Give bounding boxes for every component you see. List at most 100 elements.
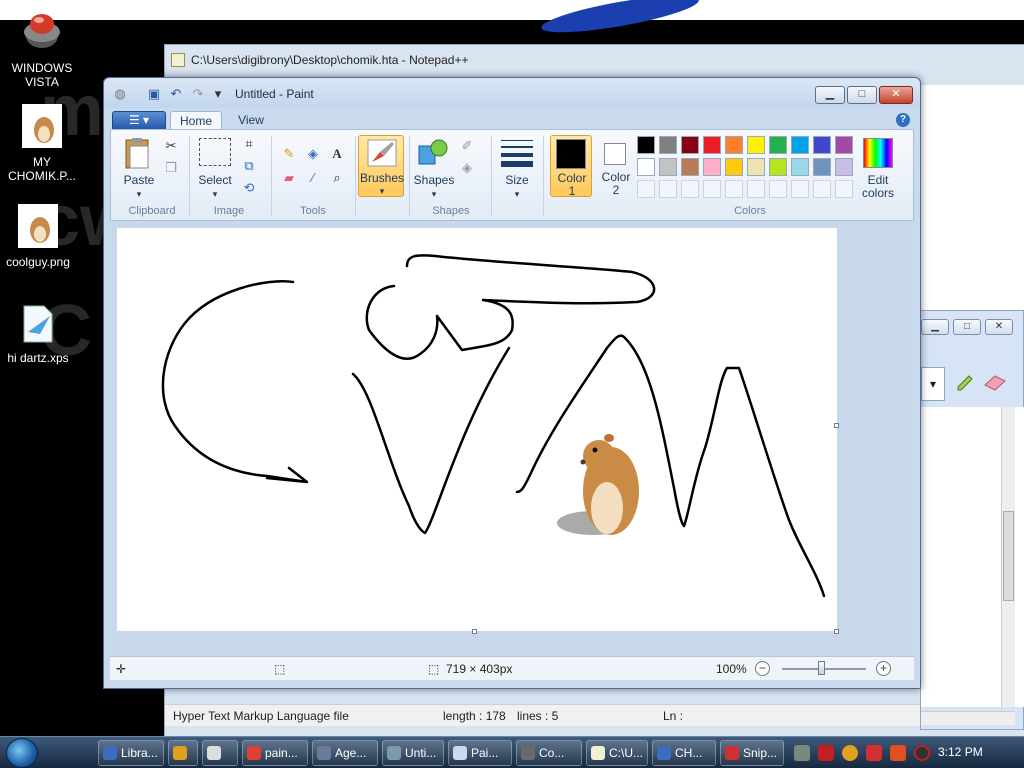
zoom-slider-thumb[interactable] (818, 661, 825, 675)
taskbar-button[interactable]: Unti... (382, 740, 444, 766)
color-swatch[interactable] (813, 158, 831, 176)
color-swatch[interactable] (681, 136, 699, 154)
custom-color-slot[interactable] (637, 180, 655, 198)
start-button[interactable] (6, 738, 38, 768)
paint-window[interactable]: ◍ ▣ ↶ ↷ ▾ Untitled - Paint ▁ □ ✕ ☰ ▾ Hom… (103, 77, 921, 689)
size-button[interactable]: Size (495, 174, 539, 187)
size-dropdown-icon[interactable]: ▾ (495, 188, 539, 201)
color-swatch[interactable] (725, 136, 743, 154)
shapes-icon[interactable] (417, 138, 451, 168)
custom-color-slot[interactable] (835, 180, 853, 198)
color-swatch[interactable] (747, 158, 765, 176)
color-swatch[interactable] (659, 136, 677, 154)
save-icon[interactable]: ▣ (146, 87, 162, 101)
color-swatch[interactable] (835, 136, 853, 154)
tray-icon-1[interactable] (794, 745, 810, 761)
color-swatch[interactable] (769, 158, 787, 176)
custom-color-slot[interactable] (747, 180, 765, 198)
help-icon[interactable]: ? (896, 113, 910, 127)
cut-icon[interactable]: ✂ (161, 136, 181, 156)
canvas-resize-handle-right[interactable] (834, 423, 839, 428)
close-button[interactable]: ✕ (985, 319, 1013, 335)
pencil-icon[interactable] (955, 373, 975, 393)
color-swatch[interactable] (637, 136, 655, 154)
color-swatch[interactable] (703, 136, 721, 154)
tray-icon-6[interactable] (914, 745, 930, 761)
customize-qat-icon[interactable]: ▾ (210, 87, 226, 101)
custom-color-slot[interactable] (791, 180, 809, 198)
color-swatch[interactable] (703, 158, 721, 176)
maximize-button[interactable]: □ (953, 319, 981, 335)
color-swatch[interactable] (835, 158, 853, 176)
fill-icon[interactable]: ◈ (303, 144, 323, 164)
desktop-icon-hi-dartz[interactable]: hi dartz.xps (0, 304, 80, 365)
paste-icon[interactable] (121, 136, 155, 170)
minimize-button[interactable]: ▁ (815, 86, 845, 104)
taskbar-button[interactable]: Libra... (98, 740, 164, 766)
color2-button[interactable]: Color 2 (595, 135, 637, 197)
taskbar-button[interactable]: Age... (312, 740, 378, 766)
eraser-icon[interactable]: ▰ (279, 168, 299, 188)
resize-icon[interactable]: ⧉ (239, 156, 259, 176)
desktop-icon-windows-vista[interactable]: WINDOWS VISTA (0, 6, 84, 89)
select-button[interactable]: Select (191, 174, 239, 187)
desktop-icon-coolguy[interactable]: coolguy.png (0, 204, 80, 269)
desktop-icon-my-chomik[interactable]: MY CHOMIK.P... (0, 104, 84, 183)
zoom-out-button[interactable]: − (755, 661, 770, 676)
rotate-icon[interactable]: ⟲ (239, 178, 259, 198)
redo-icon[interactable]: ↷ (190, 87, 206, 101)
select-icon[interactable] (199, 138, 231, 166)
undo-icon[interactable]: ↶ (168, 87, 184, 101)
shapes-button[interactable]: Shapes (411, 174, 457, 187)
taskbar-button[interactable]: Pai... (448, 740, 512, 766)
color-swatch[interactable] (791, 136, 809, 154)
color-picker-icon[interactable]: ⁄ (303, 168, 323, 188)
custom-color-slot[interactable] (681, 180, 699, 198)
minimize-button[interactable]: ▁ (921, 319, 949, 335)
dropdown-arrow-icon[interactable]: ▾ (921, 367, 945, 401)
text-icon[interactable]: A (327, 144, 347, 164)
color-swatch[interactable] (791, 158, 809, 176)
canvas-resize-handle-bottom[interactable] (472, 629, 477, 634)
pencil-icon[interactable]: ✎ (279, 144, 299, 164)
color1-button[interactable]: Color 1 (550, 135, 592, 198)
paint-menu-button[interactable]: ☰ ▾ (112, 111, 166, 130)
fill-shape-icon[interactable]: ◈ (457, 158, 477, 178)
scrollbar-thumb[interactable] (1003, 511, 1014, 601)
tray-icon-2[interactable] (818, 745, 834, 761)
horizontal-scrollbar[interactable] (921, 711, 1015, 725)
crop-icon[interactable]: ⌗ (239, 134, 259, 154)
color-swatch[interactable] (747, 136, 765, 154)
paste-button[interactable]: Paste (117, 174, 161, 187)
color-swatch[interactable] (681, 158, 699, 176)
taskbar-button[interactable]: C:\U... (586, 740, 648, 766)
taskbar-button[interactable] (168, 740, 198, 766)
custom-color-slot[interactable] (659, 180, 677, 198)
color-swatch[interactable] (813, 136, 831, 154)
custom-color-slot[interactable] (703, 180, 721, 198)
outline-icon[interactable]: ✐ (457, 136, 477, 156)
shapes-dropdown-icon[interactable]: ▾ (411, 188, 457, 201)
color-swatch[interactable] (659, 158, 677, 176)
side-window[interactable]: ▁ □ ✕ ▾ (920, 310, 1024, 730)
taskbar-button[interactable]: Co... (516, 740, 582, 766)
drawing-canvas[interactable] (117, 228, 837, 631)
custom-color-slot[interactable] (769, 180, 787, 198)
taskbar-button[interactable] (202, 740, 238, 766)
eraser-icon[interactable] (983, 373, 1007, 393)
copy-icon[interactable]: ❐ (161, 158, 181, 178)
magnifier-icon[interactable]: ⌕ (327, 168, 347, 188)
select-dropdown-icon[interactable]: ▾ (191, 188, 239, 201)
flag-icon[interactable] (866, 745, 882, 761)
tray-icon-5[interactable] (890, 745, 906, 761)
close-button[interactable]: ✕ (879, 86, 913, 104)
taskbar-button[interactable]: pain... (242, 740, 308, 766)
taskbar-button[interactable]: CH... (652, 740, 716, 766)
tab-home[interactable]: Home (170, 111, 222, 130)
edit-colors-button[interactable]: Edit colors (855, 174, 901, 200)
paste-dropdown-icon[interactable]: ▾ (117, 188, 161, 201)
edit-colors-icon[interactable] (863, 138, 893, 168)
vertical-scrollbar[interactable] (1001, 407, 1015, 707)
brushes-button[interactable]: Brushes ▾ (358, 135, 404, 197)
color-swatch[interactable] (637, 158, 655, 176)
